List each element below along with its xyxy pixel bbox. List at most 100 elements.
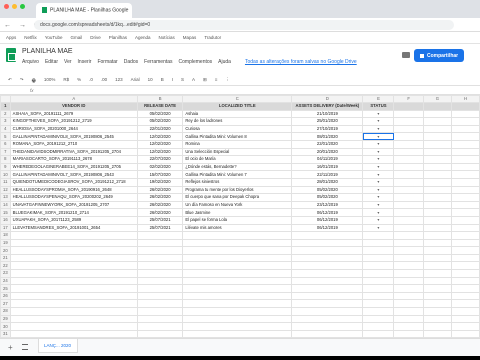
empty-cell[interactable] — [9, 238, 138, 248]
empty-cell[interactable] — [9, 261, 138, 271]
empty-cell[interactable] — [182, 329, 293, 338]
row-number[interactable]: 22 — [0, 261, 11, 271]
localized-title-cell[interactable]: Curiosa — [182, 124, 293, 134]
assets-delivery-cell[interactable]: 20/01/2020 — [291, 147, 364, 157]
release-date-cell[interactable]: 05/02/2020 — [136, 117, 184, 126]
empty-cell[interactable] — [422, 299, 452, 309]
bookmark-link[interactable]: Tradutor — [204, 35, 221, 40]
row-number[interactable]: 24 — [0, 276, 11, 286]
vendor-id-cell[interactable]: CURIOSA_SOFA_20201000_2644 — [9, 124, 138, 134]
bookmark-link[interactable]: Gmail — [70, 35, 82, 40]
release-date-cell[interactable]: 25/07/2021 — [136, 215, 184, 225]
empty-cell[interactable] — [136, 238, 184, 248]
empty-cell[interactable] — [422, 170, 452, 179]
empty-cell[interactable] — [422, 185, 452, 195]
status-dropdown-cell[interactable]: ▾ — [362, 132, 395, 141]
empty-cell[interactable] — [450, 284, 480, 293]
empty-cell[interactable] — [362, 329, 395, 338]
localized-title-cell[interactable]: El ocio de María — [182, 155, 293, 164]
empty-cell[interactable] — [291, 246, 364, 255]
empty-cell[interactable] — [393, 208, 424, 217]
empty-cell[interactable] — [422, 193, 452, 202]
browser-tab[interactable]: PLANILHA MAE - Planilhas Google — [36, 3, 132, 18]
empty-cell[interactable] — [9, 269, 138, 278]
empty-cell[interactable] — [450, 276, 480, 286]
bookmark-link[interactable]: Planilhas — [109, 35, 127, 40]
assets-delivery-cell[interactable]: 21/10/2019 — [291, 109, 364, 119]
empty-cell[interactable] — [450, 177, 480, 187]
empty-cell[interactable] — [393, 170, 424, 179]
empty-cell[interactable] — [136, 307, 184, 316]
header-cell[interactable] — [450, 102, 480, 111]
row-number[interactable]: 12 — [0, 185, 11, 195]
toolbar-button[interactable]: R$ — [63, 77, 69, 82]
empty-cell[interactable] — [136, 276, 184, 286]
empty-cell[interactable] — [450, 314, 480, 324]
empty-cell[interactable] — [182, 269, 293, 278]
release-date-cell[interactable]: 22/01/2020 — [136, 124, 184, 134]
toolbar-button[interactable]: 10 — [148, 77, 153, 82]
empty-cell[interactable] — [422, 253, 452, 263]
localized-title-cell[interactable]: Un día Famoso en Nueva York — [182, 200, 293, 210]
empty-cell[interactable] — [393, 124, 424, 134]
formula-bar[interactable]: fx — [0, 86, 480, 95]
empty-cell[interactable] — [422, 246, 452, 255]
row-number[interactable]: 20 — [0, 246, 11, 255]
vendor-id-cell[interactable]: HEALLUSSODAYSPENAQU_SOFA_20200202_2649 — [9, 193, 138, 202]
release-date-cell[interactable]: 22/07/2020 — [136, 155, 184, 164]
empty-cell[interactable] — [422, 200, 452, 210]
empty-cell[interactable] — [291, 299, 364, 309]
empty-cell[interactable] — [182, 291, 293, 301]
status-dropdown-cell[interactable]: ▾ — [362, 162, 395, 172]
release-date-cell[interactable]: 26/02/2020 — [136, 193, 184, 202]
empty-cell[interactable] — [393, 299, 424, 309]
localized-title-cell[interactable]: El cuerpo que sana por Deepak Chopra — [182, 193, 293, 202]
vendor-id-cell[interactable]: MARIASOCARTO_SOFA_20191113_2678 — [9, 155, 138, 164]
empty-cell[interactable] — [393, 193, 424, 202]
empty-cell[interactable] — [393, 314, 424, 324]
vendor-id-cell[interactable]: GALLINAPINTADAMINIVOL7_SOFA_20190806_254… — [9, 170, 138, 179]
empty-cell[interactable] — [291, 329, 364, 338]
empty-cell[interactable] — [450, 299, 480, 309]
menu-item[interactable]: Editar — [45, 59, 58, 65]
assets-delivery-cell[interactable]: 22/11/2019 — [291, 170, 364, 179]
assets-delivery-cell[interactable]: 06/12/2019 — [291, 223, 364, 233]
empty-cell[interactable] — [393, 276, 424, 286]
empty-cell[interactable] — [393, 223, 424, 233]
empty-cell[interactable] — [291, 322, 364, 331]
empty-cell[interactable] — [393, 177, 424, 187]
empty-cell[interactable] — [362, 322, 395, 331]
menu-item[interactable]: Ferramentas — [144, 59, 172, 65]
minimize-window-icon[interactable] — [12, 4, 17, 9]
status-dropdown-cell[interactable]: ▾ — [362, 170, 395, 179]
empty-cell[interactable] — [422, 238, 452, 248]
empty-cell[interactable] — [182, 299, 293, 309]
row-number[interactable]: 27 — [0, 299, 11, 309]
assets-delivery-cell[interactable]: 16/01/2019 — [291, 162, 364, 172]
localized-title-cell[interactable]: ¿Dónde estás, Bernadette? — [182, 162, 293, 172]
release-date-cell[interactable]: 12/02/2020 — [136, 147, 184, 157]
vendor-id-cell[interactable]: UXUAPAKH_SOFA_20171123_2589 — [9, 215, 138, 225]
empty-cell[interactable] — [136, 314, 184, 324]
empty-cell[interactable] — [182, 307, 293, 316]
row-number[interactable]: 4 — [0, 124, 11, 134]
status-dropdown-cell[interactable]: ▾ — [362, 139, 395, 149]
localized-title-cell[interactable]: Reflejos siniestros — [182, 177, 293, 187]
row-number[interactable]: 26 — [0, 291, 11, 301]
release-date-cell[interactable]: 02/02/2020 — [136, 162, 184, 172]
empty-cell[interactable] — [182, 253, 293, 263]
toolbar-button[interactable]: I — [172, 77, 173, 82]
assets-delivery-cell[interactable]: 28/01/2020 — [291, 177, 364, 187]
bookmark-link[interactable]: Notícias — [159, 35, 175, 40]
toolbar-button[interactable]: 100% — [44, 77, 56, 82]
empty-cell[interactable] — [450, 246, 480, 255]
toolbar-button[interactable]: S — [181, 77, 184, 82]
empty-cell[interactable] — [450, 223, 480, 233]
toolbar-button[interactable]: % — [77, 77, 81, 82]
empty-cell[interactable] — [422, 147, 452, 157]
empty-cell[interactable] — [136, 253, 184, 263]
maximize-window-icon[interactable] — [20, 4, 25, 9]
empty-cell[interactable] — [136, 284, 184, 293]
localized-title-cell[interactable]: Una Selección Especial — [182, 147, 293, 157]
toolbar-button[interactable]: ⊞ — [203, 77, 207, 82]
